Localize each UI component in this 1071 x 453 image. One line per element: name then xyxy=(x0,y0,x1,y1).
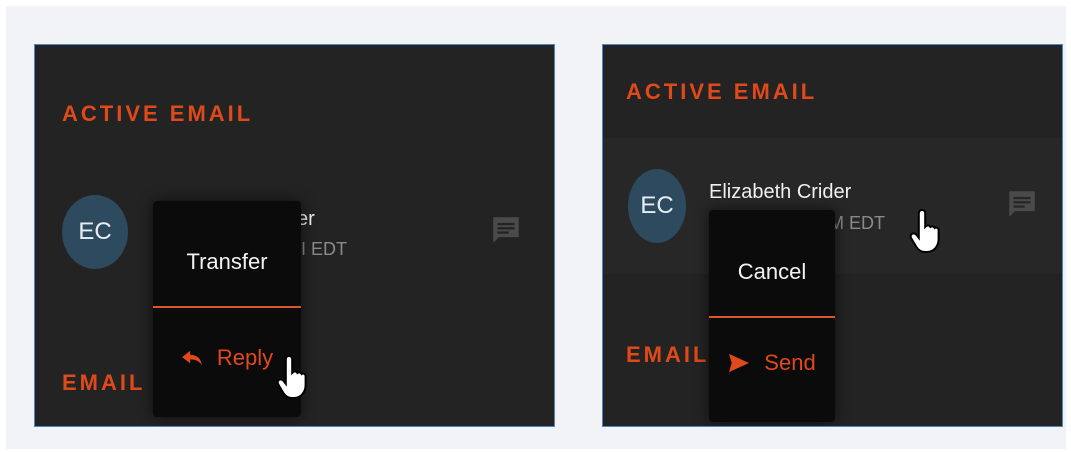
send-menu-item[interactable]: Send xyxy=(709,325,835,401)
left-panel: ACTIVE EMAIL EC er I EDT EMAIL Transfer … xyxy=(34,44,555,427)
active-email-heading: ACTIVE EMAIL xyxy=(626,79,818,104)
avatar-initials: EC xyxy=(78,218,112,245)
active-email-heading: ACTIVE EMAIL xyxy=(62,101,254,126)
menu-divider xyxy=(709,316,835,318)
send-label: Send xyxy=(764,350,816,375)
menu-divider xyxy=(153,306,301,308)
transfer-label: Transfer xyxy=(186,249,268,274)
cancel-menu-item[interactable]: Cancel xyxy=(709,230,835,314)
contact-time: M EDT xyxy=(829,213,885,233)
avatar[interactable]: EC xyxy=(62,195,128,269)
avatar-initials: EC xyxy=(640,192,674,219)
right-panel: ACTIVE EMAIL EC Elizabeth Crider M EDT E… xyxy=(602,44,1063,427)
chat-icon[interactable] xyxy=(489,213,523,247)
hand-cursor-icon xyxy=(909,208,940,253)
screenshot-frame: ACTIVE EMAIL EC er I EDT EMAIL Transfer … xyxy=(6,6,1066,449)
action-menu: Cancel Send xyxy=(709,210,835,422)
transfer-menu-item[interactable]: Transfer xyxy=(153,227,301,297)
email-heading: EMAIL xyxy=(62,370,146,395)
reply-icon xyxy=(181,350,202,366)
reply-label: Reply xyxy=(216,345,274,370)
chat-icon[interactable] xyxy=(1005,187,1039,221)
contact-name[interactable]: Elizabeth Crider xyxy=(709,181,851,204)
avatar[interactable]: EC xyxy=(628,169,686,243)
contact-time: I EDT xyxy=(301,239,348,259)
hand-cursor-icon xyxy=(276,354,307,399)
email-heading: EMAIL xyxy=(626,342,710,367)
send-icon xyxy=(729,353,750,373)
cancel-label: Cancel xyxy=(737,259,807,284)
